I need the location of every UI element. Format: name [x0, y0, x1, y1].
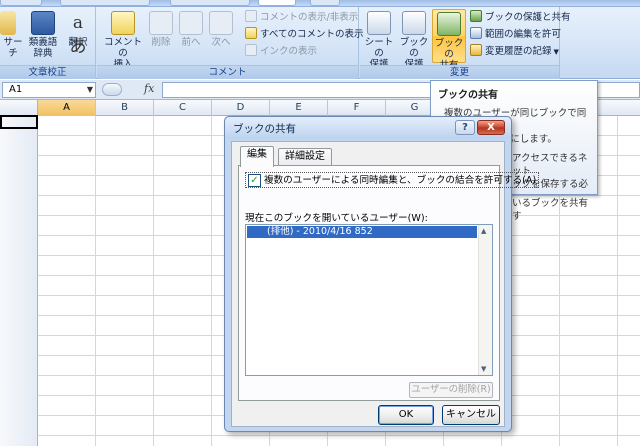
share-workbook-dialog: ブックの共有 ? X 編集 詳細設定 ✓ 複数のユーザーによる同時編集と、ブック… [224, 116, 540, 432]
help-button[interactable]: ? [455, 120, 475, 135]
edit-ranges-icon [470, 27, 482, 39]
protect-and-share-button[interactable]: ブックの保護と共有 [470, 10, 571, 25]
previous-arrow-icon [179, 11, 203, 35]
group-label-proofing: 文章校正 [0, 65, 95, 79]
next-comment-button[interactable]: 次へ [207, 9, 235, 63]
ribbon-group-changes: シートの 保護 ブックの 保護 ブックの 共有 ブックの保護と共有 範囲の編集を… [360, 7, 571, 79]
chevron-down-icon[interactable]: ▼ [87, 83, 93, 97]
cancel-button[interactable]: キャンセル [442, 405, 500, 425]
select-all-corner[interactable] [0, 100, 38, 116]
tab-panel-editing: ✓ 複数のユーザーによる同時編集と、ブックの結合を許可する(A) 現在このブック… [238, 165, 540, 401]
show-ink-button[interactable]: インクの表示 [245, 44, 317, 59]
delete-comment-button[interactable]: 削除 [147, 9, 175, 63]
column-header-a[interactable]: A [38, 100, 96, 116]
column-header-c[interactable]: C [154, 100, 212, 116]
group-label-changes: 変更 [360, 65, 559, 79]
ok-button[interactable]: OK [378, 405, 434, 425]
formula-buttons: fx [100, 82, 162, 98]
allow-multi-user-label[interactable]: 複数のユーザーによる同時編集と、ブックの結合を許可する(A) [264, 173, 536, 188]
sheet-lock-icon [367, 11, 391, 35]
translate-icon: aあ [69, 13, 87, 57]
workbook-lock-icon [402, 11, 426, 35]
ribbon-group-proofing: サーチ 類義語 辞典 aあ 翻訳 文章校正 [0, 7, 96, 79]
track-changes-icon [470, 44, 482, 56]
dialog-body: 編集 詳細設定 ✓ 複数のユーザーによる同時編集と、ブックの結合を許可する(A)… [231, 141, 540, 427]
ribbon-tab-partial[interactable] [170, 0, 250, 6]
close-button[interactable]: X [477, 120, 505, 135]
research-icon [0, 11, 16, 35]
book-icon [31, 11, 55, 35]
column-header-d[interactable]: D [212, 100, 270, 116]
users-list[interactable]: (排他) - 2010/4/16 852 ▲ ▼ [245, 224, 493, 376]
ribbon-group-comments: コメントの 挿入 削除 前へ 次へ コメントの表示/非表示 すべてのコメントの表… [97, 7, 363, 79]
ribbon-tab-partial[interactable] [310, 0, 340, 6]
next-arrow-icon [209, 11, 233, 35]
row-headers [0, 116, 38, 446]
ribbon-tab-review[interactable] [258, 0, 296, 6]
active-cell-a1[interactable] [0, 115, 38, 129]
ribbon-tab-strip [0, 0, 640, 7]
protect-sheet-button[interactable]: シートの 保護 [362, 9, 396, 70]
new-comment-button[interactable]: コメントの 挿入 [101, 9, 145, 70]
tooltip-title: ブックの共有 [438, 90, 498, 101]
show-all-comments-button[interactable]: すべてのコメントの表示 [245, 27, 363, 42]
column-header-b[interactable]: B [96, 100, 154, 116]
translate-button[interactable]: aあ 翻訳 [62, 9, 94, 63]
research-button[interactable]: サーチ [0, 9, 26, 63]
show-hide-comment-button[interactable]: コメントの表示/非表示 [245, 10, 358, 25]
list-item[interactable]: (排他) - 2010/4/16 852 [247, 226, 477, 238]
scroll-down-icon[interactable]: ▼ [481, 365, 486, 373]
ribbon-tab-partial[interactable] [60, 0, 150, 6]
thesaurus-button[interactable]: 類義語 辞典 [26, 9, 60, 63]
dialog-titlebar[interactable]: ブックの共有 ? X [225, 117, 511, 139]
ribbon-tab-partial[interactable] [0, 0, 42, 6]
group-label-comments: コメント [97, 65, 358, 79]
scroll-up-icon[interactable]: ▲ [481, 227, 486, 235]
tab-advanced[interactable]: 詳細設定 [278, 148, 332, 166]
column-header-e[interactable]: E [270, 100, 328, 116]
ribbon: サーチ 類義語 辞典 aあ 翻訳 文章校正 コメントの 挿入 削除 前へ [0, 7, 640, 79]
comments-icon [245, 27, 257, 39]
dialog-title: ブックの共有 [233, 123, 296, 135]
tab-editing[interactable]: 編集 [240, 146, 274, 167]
ink-icon [245, 44, 257, 56]
delete-comment-icon [149, 11, 173, 35]
splitter-handle-icon[interactable] [102, 83, 122, 96]
users-list-label: 現在このブックを開いているユーザー(W): [245, 213, 428, 224]
column-header-f[interactable]: F [328, 100, 386, 116]
chevron-down-icon: ▼ [553, 48, 559, 56]
remove-user-button[interactable]: ユーザーの削除(R) [409, 382, 493, 398]
users-list-scrollbar[interactable]: ▲ ▼ [478, 225, 492, 375]
share-workbook-icon [437, 12, 461, 36]
previous-comment-button[interactable]: 前へ [177, 9, 205, 63]
comment-icon [111, 11, 135, 35]
comment-toggle-icon [245, 10, 257, 22]
protect-workbook-button[interactable]: ブックの 保護 [397, 9, 431, 70]
insert-function-icon[interactable]: fx [144, 82, 154, 95]
allow-multi-user-checkbox-row[interactable]: ✓ 複数のユーザーによる同時編集と、ブックの結合を許可する(A) [245, 172, 540, 188]
name-box[interactable]: A1 ▼ [2, 82, 96, 98]
protect-share-icon [470, 10, 482, 22]
track-changes-button[interactable]: 変更履歴の記録 ▼ [470, 44, 559, 59]
allow-edit-ranges-button[interactable]: 範囲の編集を許可 [470, 27, 561, 42]
share-workbook-button[interactable]: ブックの 共有 [432, 9, 466, 71]
allow-multi-user-checkbox[interactable]: ✓ [248, 174, 261, 187]
